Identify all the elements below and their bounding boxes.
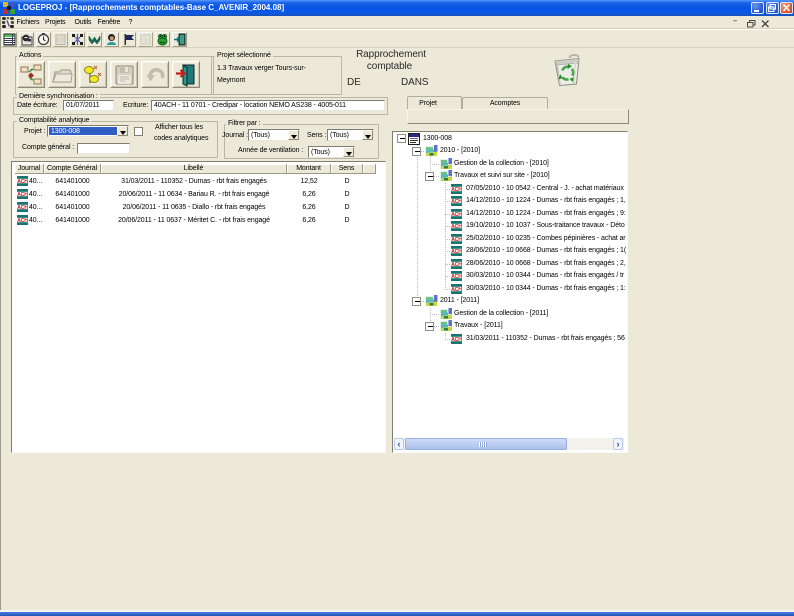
svg-text:ACH: ACH <box>17 218 28 224</box>
svg-text:ACH: ACH <box>17 179 28 185</box>
svg-text:ACH: ACH <box>451 336 462 342</box>
svg-text:ACH: ACH <box>451 199 462 205</box>
svg-text:ACH: ACH <box>451 211 462 217</box>
svg-text:ACH: ACH <box>451 186 462 192</box>
svg-text:ACH: ACH <box>17 192 28 198</box>
svg-text:ACH: ACH <box>451 261 462 267</box>
svg-text:ACH: ACH <box>451 286 462 292</box>
svg-text:ACH: ACH <box>451 224 462 230</box>
svg-text:ACH: ACH <box>451 236 462 242</box>
svg-text:ACH: ACH <box>17 205 28 211</box>
svg-text:ACH: ACH <box>451 249 462 255</box>
svg-text:ACH: ACH <box>451 274 462 280</box>
